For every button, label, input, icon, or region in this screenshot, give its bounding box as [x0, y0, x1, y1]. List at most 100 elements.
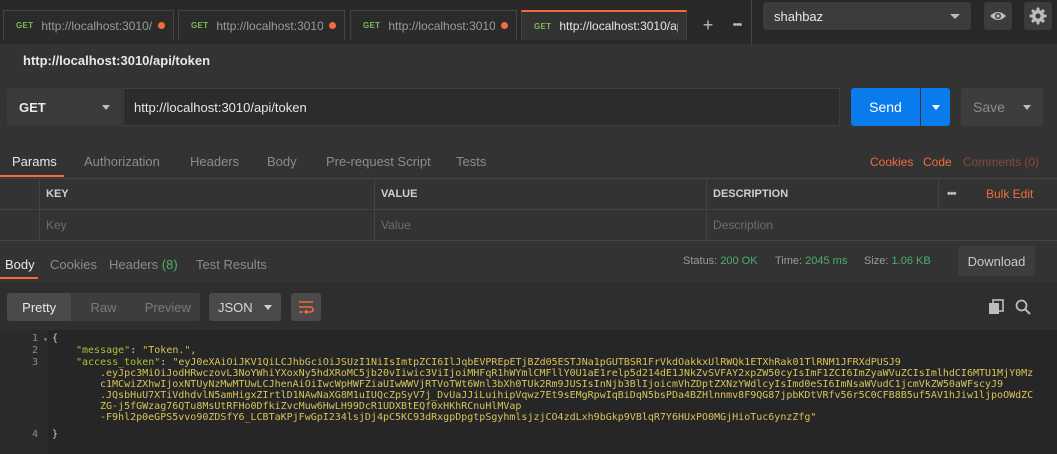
chevron-down-icon	[102, 104, 110, 110]
chevron-down-icon	[950, 13, 960, 19]
request-title: http://localhost:3010/api/token	[23, 53, 211, 68]
bulk-edit-link[interactable]: Bulk Edit	[986, 187, 1033, 201]
method-select[interactable]: GET	[7, 88, 122, 126]
params-table: KEY VALUE DESCRIPTION ••• Bulk Edit Key …	[0, 178, 1057, 242]
tab-method: GET	[534, 21, 552, 31]
table-options-button[interactable]: •••	[947, 188, 957, 200]
save-label: Save	[973, 99, 1005, 115]
chevron-down-icon	[931, 104, 940, 110]
tab-method: GET	[363, 21, 381, 30]
tab-url: http://localhost:3010/api/token	[216, 18, 323, 33]
tab-headers[interactable]: Headers	[190, 154, 239, 169]
wrap-lines-button[interactable]	[291, 293, 321, 321]
raw-button[interactable]: Raw	[71, 293, 135, 321]
environment-select[interactable]: shahbaz	[763, 2, 971, 30]
response-tab-headers[interactable]: Headers (8)	[109, 257, 178, 272]
settings-button[interactable]	[1024, 2, 1052, 30]
line-number: 4	[31, 429, 38, 440]
row-checkbox[interactable]	[0, 210, 40, 241]
code-line: "message": "Token.",	[76, 345, 197, 356]
line-number: 1	[31, 333, 38, 344]
code-line: "access_token": "eyJ0eXAiOiJKV1QiLCJhbGc…	[76, 357, 901, 368]
size-label: Size:	[864, 255, 889, 267]
unsaved-dot-icon	[501, 22, 508, 29]
code-line: ZG-j5fGWzag76QTu8MsUtRFHo0DfkiZvcMuw6HwL…	[100, 401, 522, 412]
line-number: 2	[31, 345, 38, 356]
description-label: DESCRIPTION	[713, 188, 789, 200]
status-value: 200 OK	[720, 255, 758, 267]
row-checkbox-header	[0, 179, 40, 210]
column-header-key: KEY	[40, 179, 375, 210]
response-tab-headers-label: Headers	[109, 257, 159, 272]
time-value: 2045 ms	[805, 255, 848, 267]
download-button[interactable]: Download	[958, 246, 1035, 276]
tab-bar: GET http://localhost:3010/api/token GET …	[0, 0, 1057, 44]
response-tab-body[interactable]: Body	[5, 257, 35, 272]
time-readout: Time: 2045 ms	[775, 255, 847, 267]
format-select[interactable]: JSON	[209, 293, 281, 321]
divider	[938, 178, 939, 210]
eye-icon	[990, 12, 1006, 20]
fold-icon[interactable]: ▾	[43, 335, 48, 346]
environment-value: shahbaz	[774, 8, 824, 24]
send-options-button[interactable]	[921, 88, 950, 126]
code-line: .eyJpc3MiOiJodHRwczovL3NoYWhiYXoxNy5hdXR…	[100, 368, 1034, 379]
column-header-description: DESCRIPTION ••• Bulk Edit	[707, 178, 1057, 210]
chevron-down-icon	[1023, 104, 1031, 110]
response-body-viewer[interactable]: 1 ▾ 2 3 4 { "message": "Token.", "access…	[0, 330, 1057, 454]
param-key-input[interactable]: Key	[40, 210, 375, 241]
line-number-gutter: 1 ▾ 2 3 4	[0, 330, 48, 454]
chevron-down-icon	[264, 304, 272, 310]
pretty-button[interactable]: Pretty	[7, 293, 72, 321]
headers-count-badge: (8)	[161, 257, 178, 272]
tab-url: http://localhost:3010//	[388, 18, 495, 33]
format-value: JSON	[218, 299, 253, 315]
code-line: .JQsbHuU7XTiVdhdvlN5amHigxZIrtlD1NAwNaXG…	[100, 390, 1034, 401]
tab-overflow-button[interactable]: •••	[723, 10, 751, 40]
cookies-link[interactable]: Cookies	[870, 155, 913, 169]
tab-prerequest-script[interactable]: Pre-request Script	[326, 154, 431, 169]
param-value-input[interactable]: Value	[375, 210, 707, 241]
tab-body[interactable]: Body	[267, 154, 297, 169]
param-description-input[interactable]: Description	[707, 210, 1057, 241]
preview-button[interactable]: Preview	[136, 293, 200, 321]
request-tab-3[interactable]: GET http://localhost:3010//	[350, 10, 517, 40]
tab-authorization[interactable]: Authorization	[84, 154, 160, 169]
tab-url: http://localhost:3010/api/token	[41, 18, 152, 33]
request-tab-2[interactable]: GET http://localhost:3010/api/token	[178, 10, 345, 40]
code-line: {	[52, 333, 59, 344]
copy-icon[interactable]	[988, 299, 1004, 315]
save-button[interactable]: Save	[961, 88, 1043, 126]
code-line: c1MCwiZXhwIjoxNTUyNzMwMTUwLCJhenAiOiIwcW…	[100, 379, 1004, 390]
search-icon[interactable]	[1015, 299, 1031, 315]
request-tab-1[interactable]: GET http://localhost:3010/api/token	[3, 10, 174, 40]
tab-method: GET	[16, 21, 34, 30]
json-key: "message"	[76, 345, 131, 356]
column-header-value: VALUE	[375, 179, 707, 210]
size-readout: Size: 1.06 KB	[864, 255, 931, 267]
divider	[751, 0, 752, 44]
comments-link[interactable]: Comments (0)	[963, 155, 1039, 169]
size-value: 1.06 KB	[891, 255, 931, 267]
json-key: "access_token"	[76, 357, 161, 368]
response-tab-test-results[interactable]: Test Results	[196, 257, 267, 272]
new-tab-button[interactable]: +	[694, 10, 722, 40]
tab-tests[interactable]: Tests	[456, 154, 486, 169]
wrap-icon	[299, 301, 314, 314]
status-readout: Status: 200 OK	[683, 255, 758, 267]
response-tab-cookies[interactable]: Cookies	[50, 257, 97, 272]
request-tab-4[interactable]: GET http://localhost:3010/api/token	[521, 10, 687, 40]
tab-method: GET	[191, 21, 209, 30]
active-tab-indicator	[0, 175, 64, 177]
code-line: -F9hl2p0eGPS5vvo90ZDSfY6_LCBTaKPjFwGpI23…	[100, 412, 817, 423]
eye-button[interactable]	[984, 2, 1012, 30]
code-link[interactable]: Code	[923, 155, 952, 169]
url-input[interactable]	[123, 88, 840, 126]
view-mode-group: Pretty Raw Preview	[7, 293, 200, 321]
status-label: Status:	[683, 255, 718, 267]
tab-url: http://localhost:3010/api/token	[559, 19, 678, 33]
gear-icon	[1029, 7, 1047, 25]
json-string: "eyJ0eXAiOiJKV1QiLCJhbGciOiJSUzI1NiIsImt…	[172, 357, 901, 368]
tab-params[interactable]: Params	[12, 154, 57, 169]
send-button[interactable]: Send	[851, 88, 920, 126]
